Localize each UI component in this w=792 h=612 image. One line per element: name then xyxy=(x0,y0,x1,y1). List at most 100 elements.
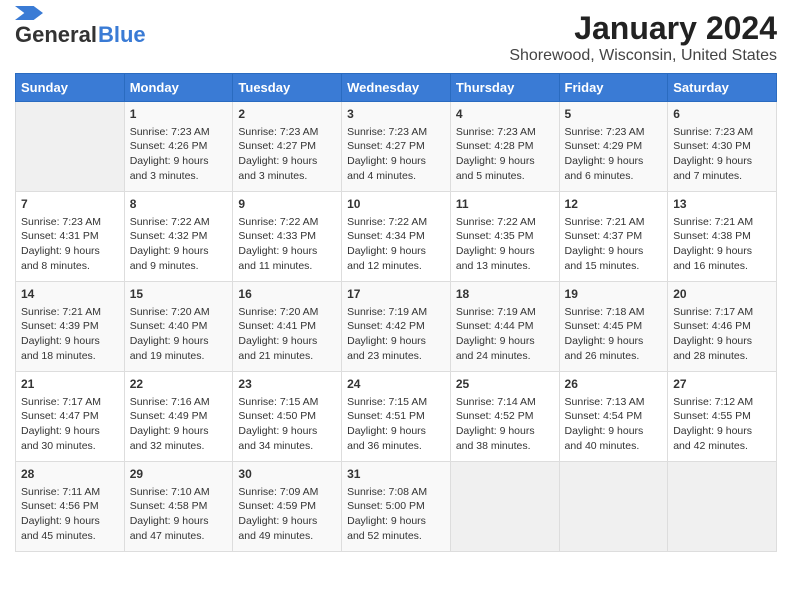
calendar-week-1: 7Sunrise: 7:23 AMSunset: 4:31 PMDaylight… xyxy=(16,192,777,282)
cell-content: 8Sunrise: 7:22 AMSunset: 4:32 PMDaylight… xyxy=(130,196,228,274)
sunset-text: Sunset: 4:54 PM xyxy=(565,410,643,422)
calendar-cell xyxy=(16,102,125,192)
calendar-cell: 5 Sunrise: 7:23 AM Sunset: 4:29 PM Daylight… xyxy=(559,102,668,192)
daylight-text: Daylight: 9 hours and 26 minutes. xyxy=(565,335,644,362)
sunrise-text: Sunrise: 7:14 AM xyxy=(456,396,536,408)
calendar-cell: 23Sunrise: 7:15 AMSunset: 4:50 PMDayligh… xyxy=(233,372,342,462)
day-number: 19 xyxy=(565,286,663,303)
calendar-week-3: 21Sunrise: 7:17 AMSunset: 4:47 PMDayligh… xyxy=(16,372,777,462)
sunrise-text: Sunrise: 7:23 AM xyxy=(130,126,210,138)
sunrise-text: Sunrise: 7:12 AM xyxy=(673,396,753,408)
sunset-text: Sunset: 4:44 PM xyxy=(456,320,534,332)
calendar-cell: 30Sunrise: 7:09 AMSunset: 4:59 PMDayligh… xyxy=(233,462,342,552)
sunset-text: Sunset: 4:58 PM xyxy=(130,500,208,512)
calendar-cell: 12Sunrise: 7:21 AMSunset: 4:37 PMDayligh… xyxy=(559,192,668,282)
daylight-text: Daylight: 9 hours and 4 minutes. xyxy=(347,155,426,182)
logo-blue: Blue xyxy=(98,22,146,48)
calendar-cell: 11Sunrise: 7:22 AMSunset: 4:35 PMDayligh… xyxy=(450,192,559,282)
sunset-text: Sunset: 4:45 PM xyxy=(565,320,643,332)
cell-content: 24Sunrise: 7:15 AMSunset: 4:51 PMDayligh… xyxy=(347,376,445,454)
sunrise-text: Sunrise: 7:21 AM xyxy=(565,216,645,228)
calendar-cell: 31Sunrise: 7:08 AMSunset: 5:00 PMDayligh… xyxy=(342,462,451,552)
daylight-text: Daylight: 9 hours and 3 minutes. xyxy=(130,155,209,182)
logo-icon xyxy=(15,6,43,20)
day-number: 23 xyxy=(238,376,336,393)
sunrise-text: Sunrise: 7:20 AM xyxy=(238,306,318,318)
logo: General Blue xyxy=(15,10,146,48)
sunrise-text: Sunrise: 7:15 AM xyxy=(347,396,427,408)
cell-content: 5 Sunrise: 7:23 AM Sunset: 4:29 PM Daylight… xyxy=(565,106,663,184)
sunrise-text: Sunrise: 7:23 AM xyxy=(565,126,645,138)
page-header: General Blue January 2024 Shorewood, Wis… xyxy=(15,10,777,65)
sunrise-text: Sunrise: 7:23 AM xyxy=(673,126,753,138)
cell-content: 10Sunrise: 7:22 AMSunset: 4:34 PMDayligh… xyxy=(347,196,445,274)
calendar-cell: 24Sunrise: 7:15 AMSunset: 4:51 PMDayligh… xyxy=(342,372,451,462)
calendar-body: 1 Sunrise: 7:23 AM Sunset: 4:26 PM Daylight… xyxy=(16,102,777,552)
calendar-cell: 20Sunrise: 7:17 AMSunset: 4:46 PMDayligh… xyxy=(668,282,777,372)
day-number: 24 xyxy=(347,376,445,393)
daylight-text: Daylight: 9 hours and 12 minutes. xyxy=(347,245,426,272)
daylight-text: Daylight: 9 hours and 30 minutes. xyxy=(21,425,100,452)
col-monday: Monday xyxy=(124,74,233,102)
sunrise-text: Sunrise: 7:22 AM xyxy=(347,216,427,228)
sunrise-text: Sunrise: 7:19 AM xyxy=(347,306,427,318)
daylight-text: Daylight: 9 hours and 34 minutes. xyxy=(238,425,317,452)
day-number: 13 xyxy=(673,196,771,213)
cell-content: 25Sunrise: 7:14 AMSunset: 4:52 PMDayligh… xyxy=(456,376,554,454)
daylight-text: Daylight: 9 hours and 36 minutes. xyxy=(347,425,426,452)
calendar-cell: 2Sunrise: 7:23 AMSunset: 4:27 PMDaylight… xyxy=(233,102,342,192)
sunset-text: Sunset: 4:40 PM xyxy=(130,320,208,332)
day-number: 6 xyxy=(673,106,771,123)
col-sunday: Sunday xyxy=(16,74,125,102)
day-number: 2 xyxy=(238,106,336,123)
calendar-cell: 9Sunrise: 7:22 AMSunset: 4:33 PMDaylight… xyxy=(233,192,342,282)
calendar-cell xyxy=(559,462,668,552)
col-wednesday: Wednesday xyxy=(342,74,451,102)
logo-general: General xyxy=(15,22,97,48)
cell-content: 26Sunrise: 7:13 AMSunset: 4:54 PMDayligh… xyxy=(565,376,663,454)
calendar-cell: 10Sunrise: 7:22 AMSunset: 4:34 PMDayligh… xyxy=(342,192,451,282)
sunrise-text: Sunrise: 7:23 AM xyxy=(238,126,318,138)
daylight-text: Daylight: 9 hours and 6 minutes. xyxy=(565,155,644,182)
sunrise-text: Sunrise: 7:08 AM xyxy=(347,486,427,498)
daylight-text: Daylight: 9 hours and 8 minutes. xyxy=(21,245,100,272)
day-number: 16 xyxy=(238,286,336,303)
calendar-week-0: 1 Sunrise: 7:23 AM Sunset: 4:26 PM Daylight… xyxy=(16,102,777,192)
day-number: 29 xyxy=(130,466,228,483)
sunrise-text: Sunrise: 7:22 AM xyxy=(456,216,536,228)
calendar-cell: 18Sunrise: 7:19 AMSunset: 4:44 PMDayligh… xyxy=(450,282,559,372)
calendar-cell: 8Sunrise: 7:22 AMSunset: 4:32 PMDaylight… xyxy=(124,192,233,282)
col-thursday: Thursday xyxy=(450,74,559,102)
calendar-cell: 26Sunrise: 7:13 AMSunset: 4:54 PMDayligh… xyxy=(559,372,668,462)
cell-content: 22Sunrise: 7:16 AMSunset: 4:49 PMDayligh… xyxy=(130,376,228,454)
cell-content: 12Sunrise: 7:21 AMSunset: 4:37 PMDayligh… xyxy=(565,196,663,274)
day-number: 3 xyxy=(347,106,445,123)
cell-content: 19 Sunrise: 7:18 AM Sunset: 4:45 PM Dayligh… xyxy=(565,286,663,364)
daylight-text: Daylight: 9 hours and 42 minutes. xyxy=(673,425,752,452)
sunset-text: Sunset: 4:52 PM xyxy=(456,410,534,422)
daylight-text: Daylight: 9 hours and 47 minutes. xyxy=(130,515,209,542)
cell-content: 7Sunrise: 7:23 AMSunset: 4:31 PMDaylight… xyxy=(21,196,119,274)
sunrise-text: Sunrise: 7:09 AM xyxy=(238,486,318,498)
day-number: 31 xyxy=(347,466,445,483)
sunrise-text: Sunrise: 7:18 AM xyxy=(565,306,645,318)
sunrise-text: Sunrise: 7:10 AM xyxy=(130,486,210,498)
cell-content: 6Sunrise: 7:23 AMSunset: 4:30 PMDaylight… xyxy=(673,106,771,184)
page-title: January 2024 xyxy=(509,10,777,47)
daylight-text: Daylight: 9 hours and 16 minutes. xyxy=(673,245,752,272)
calendar-cell: 16Sunrise: 7:20 AMSunset: 4:41 PMDayligh… xyxy=(233,282,342,372)
sunrise-text: Sunrise: 7:22 AM xyxy=(130,216,210,228)
day-number: 5 xyxy=(565,106,663,123)
cell-content: 2Sunrise: 7:23 AMSunset: 4:27 PMDaylight… xyxy=(238,106,336,184)
calendar-table: Sunday Monday Tuesday Wednesday Thursday… xyxy=(15,73,777,552)
sunset-text: Sunset: 4:29 PM xyxy=(565,140,643,152)
cell-content: 30Sunrise: 7:09 AMSunset: 4:59 PMDayligh… xyxy=(238,466,336,544)
day-number: 25 xyxy=(456,376,554,393)
daylight-text: Daylight: 9 hours and 9 minutes. xyxy=(130,245,209,272)
sunset-text: Sunset: 4:35 PM xyxy=(456,230,534,242)
sunset-text: Sunset: 4:26 PM xyxy=(130,140,208,152)
day-number: 1 xyxy=(130,106,228,123)
calendar-cell: 7Sunrise: 7:23 AMSunset: 4:31 PMDaylight… xyxy=(16,192,125,282)
day-number: 10 xyxy=(347,196,445,213)
col-saturday: Saturday xyxy=(668,74,777,102)
